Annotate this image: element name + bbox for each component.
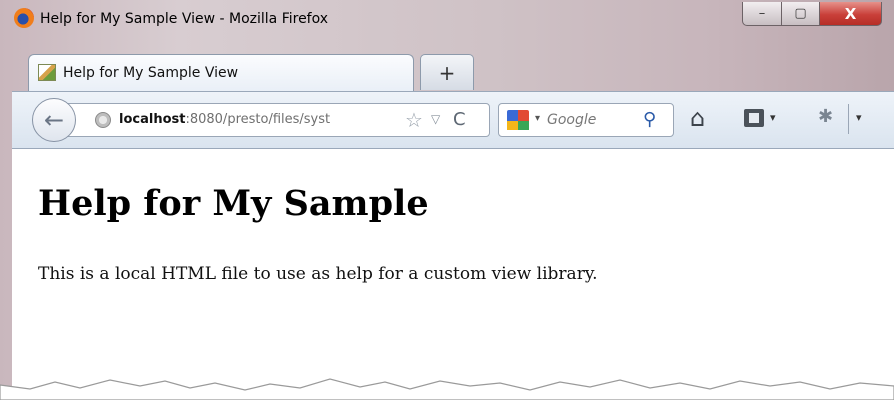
search-icon[interactable]: ⚲ <box>643 109 656 130</box>
reload-icon[interactable]: C <box>453 109 466 130</box>
torn-edge-decoration <box>0 378 894 400</box>
toolbar-divider <box>848 104 849 134</box>
tab-active[interactable]: Help for My Sample View <box>28 54 414 92</box>
close-button[interactable]: X <box>820 2 882 26</box>
page-paragraph: This is a local HTML file to use as help… <box>38 264 598 284</box>
url-host: localhost <box>119 112 186 127</box>
bookmarks-dropdown-icon[interactable]: ▾ <box>770 111 776 124</box>
bookmarks-menu-icon[interactable] <box>744 109 764 127</box>
search-bar[interactable]: ▾ Google ⚲ <box>498 103 674 137</box>
background-tabs <box>478 56 878 86</box>
url-history-dropdown-icon[interactable]: ▽ <box>431 112 440 126</box>
addon-icon[interactable]: ✱ <box>818 106 833 127</box>
toolbar-menu-dropdown-icon[interactable]: ▾ <box>856 111 862 124</box>
bookmark-star-icon[interactable]: ☆ <box>405 108 423 132</box>
url-path: :8080/presto/files/syst <box>185 112 331 127</box>
new-tab-button[interactable]: + <box>420 54 474 90</box>
url-text[interactable]: localhost:8080/presto/files/syst <box>119 112 409 127</box>
url-bar[interactable]: localhost:8080/presto/files/syst ☆ ▽ C <box>66 103 490 137</box>
maximize-button[interactable]: ▢ <box>782 2 820 26</box>
browser-window: Help for My Sample View - Mozilla Firefo… <box>0 0 894 400</box>
google-engine-icon[interactable] <box>507 110 529 130</box>
back-arrow-icon: ← <box>43 106 65 134</box>
firefox-icon[interactable] <box>14 8 34 28</box>
page-favicon-icon <box>38 64 56 81</box>
site-identity-icon[interactable] <box>95 112 111 128</box>
window-controls: – ▢ X <box>742 2 882 26</box>
search-engine-dropdown-icon[interactable]: ▾ <box>535 113 540 124</box>
page-heading: Help for My Sample <box>38 183 429 224</box>
back-button[interactable]: ← <box>32 98 76 142</box>
search-input[interactable]: Google <box>547 112 596 128</box>
minimize-button[interactable]: – <box>742 2 782 26</box>
tab-label: Help for My Sample View <box>63 65 239 81</box>
navigation-toolbar: localhost:8080/presto/files/syst ☆ ▽ C ←… <box>12 91 894 149</box>
title-bar[interactable]: Help for My Sample View - Mozilla Firefo… <box>0 0 894 48</box>
window-title: Help for My Sample View - Mozilla Firefo… <box>40 11 329 27</box>
home-icon[interactable]: ⌂ <box>690 104 705 132</box>
